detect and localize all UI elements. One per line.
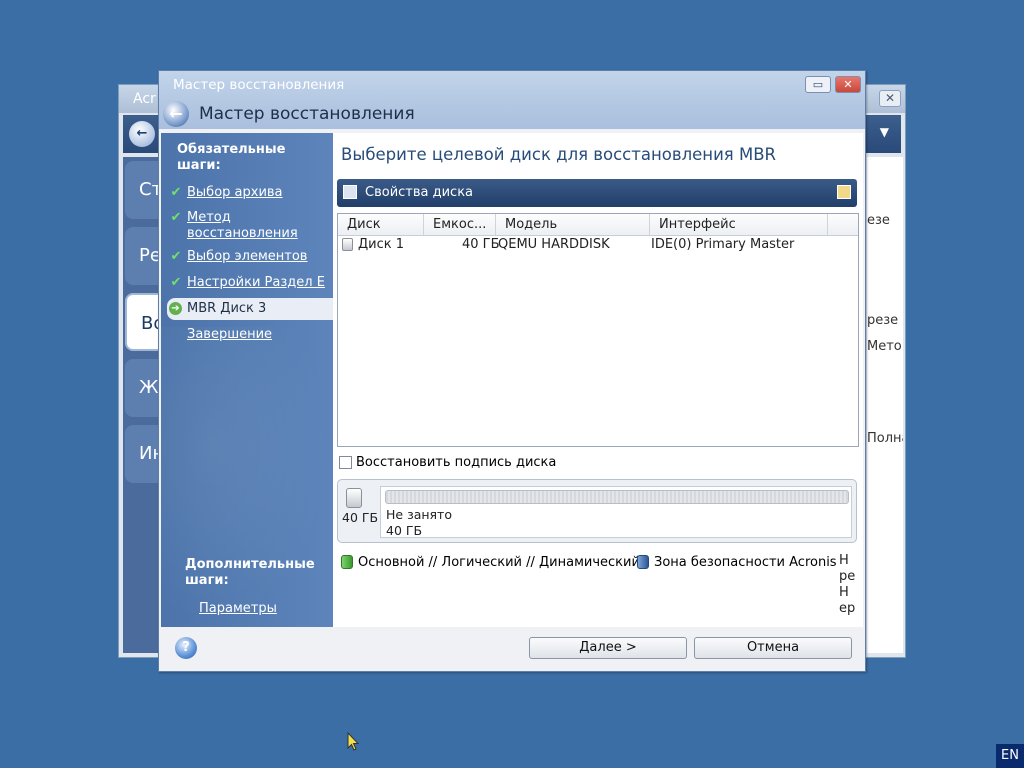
step-label: MBR Диск 3 (187, 301, 267, 316)
background-close-icon[interactable]: ✕ (879, 90, 901, 107)
step-method[interactable]: ✔ Метод восстановления (167, 210, 333, 244)
disk-properties-label: Свойства диска (365, 185, 474, 200)
column-capacity[interactable]: Емкос... (424, 214, 496, 235)
partition-name: Не занято (386, 507, 452, 522)
next-button[interactable]: Далее > (529, 637, 687, 659)
step-label[interactable]: Настройки Раздел E (187, 275, 325, 291)
cell-capacity: 40 ГБ (462, 237, 500, 252)
disk-properties-toolbar[interactable]: Свойства диска (337, 179, 857, 207)
partition-bar (385, 490, 849, 504)
step-archive[interactable]: ✔ Выбор архива (167, 185, 333, 203)
step-items[interactable]: ✔ Выбор элементов (167, 249, 333, 267)
step-label[interactable]: Завершение (187, 327, 272, 343)
column-disk[interactable]: Диск (338, 214, 424, 235)
check-icon: ✔ (170, 249, 182, 264)
check-icon: ✔ (170, 275, 182, 290)
toolbar-settings-icon[interactable] (837, 185, 851, 199)
background-dropdown-icon[interactable]: ▼ (880, 125, 889, 139)
step-finish[interactable]: Завершение (167, 327, 333, 345)
step-mbr-current[interactable]: ➔ MBR Диск 3 (167, 298, 333, 320)
step-partition-settings[interactable]: ✔ Настройки Раздел E (167, 275, 333, 293)
wizard-heading: Мастер восстановления (199, 104, 415, 124)
content-title: Выберите целевой диск для восстановления… (341, 145, 776, 164)
legend-label: Основной // Логический // Динамический (358, 555, 640, 570)
background-back-icon[interactable]: ← (129, 121, 155, 147)
properties-icon (343, 185, 357, 199)
disk-size: 40 ГБ (342, 510, 379, 525)
back-arrow-icon[interactable]: ← (163, 101, 189, 127)
cell-interface: IDE(0) Primary Master (651, 237, 795, 252)
legend-blue-swatch (637, 555, 649, 569)
cell-disk: Диск 1 (358, 237, 405, 252)
disk-icon (346, 488, 362, 508)
disk-icon (342, 238, 353, 251)
legend-overflow-text: Н ре Н ер (839, 553, 856, 616)
cell-model: QEMU HARDDISK (498, 237, 610, 252)
restore-signature-checkbox[interactable] (339, 456, 352, 469)
steps-panel: Обязательные шаги: ✔ Выбор архива ✔ Мето… (161, 133, 333, 627)
language-indicator[interactable]: EN (996, 744, 1024, 768)
help-icon[interactable]: ? (175, 637, 197, 659)
legend-label: Зона безопасности Acronis (654, 555, 837, 570)
cancel-button[interactable]: Отмена (694, 637, 852, 659)
partition-size: 40 ГБ (386, 523, 423, 538)
background-fragment: Полна (867, 431, 903, 446)
step-label[interactable]: Выбор элементов (187, 249, 307, 265)
disk-table: Диск Емкос... Модель Интерфейс Диск 1 40… (337, 213, 859, 447)
column-model[interactable]: Модель (496, 214, 650, 235)
table-header: Диск Емкос... Модель Интерфейс (338, 214, 858, 236)
recovery-wizard-window: Мастер восстановления ▭ ✕ ← Мастер восст… (158, 70, 866, 672)
restore-signature-label: Восстановить подпись диска (356, 455, 557, 470)
background-fragment: Мето (867, 339, 902, 354)
background-fragment: езе (867, 213, 890, 228)
background-content: езе резе Мето Полна (867, 157, 903, 653)
background-window-title: Acr (133, 91, 156, 107)
close-icon[interactable]: ✕ (835, 76, 861, 93)
wizard-footer: ? Далее > Отмена (161, 627, 863, 669)
check-icon: ✔ (170, 185, 182, 200)
restore-icon[interactable]: ▭ (805, 76, 831, 93)
step-options[interactable]: Параметры (199, 601, 277, 616)
disk-map: 40 ГБ Не занято 40 ГБ (337, 479, 857, 543)
step-label[interactable]: Метод восстановления (187, 210, 307, 242)
optional-steps-title: Дополнительные шаги: (185, 557, 315, 588)
column-interface[interactable]: Интерфейс (650, 214, 828, 235)
check-icon: ✔ (170, 210, 182, 225)
background-fragment: резе (867, 313, 899, 328)
arrow-right-icon: ➔ (169, 302, 182, 315)
unallocated-partition[interactable]: Не занято 40 ГБ (380, 486, 852, 538)
required-steps-title: Обязательные шаги: (177, 142, 286, 173)
window-title: Мастер восстановления (173, 77, 345, 93)
wizard-title-bar[interactable]: Мастер восстановления ▭ ✕ ← Мастер восст… (159, 71, 865, 129)
step-label[interactable]: Выбор архива (187, 185, 283, 201)
content-panel: Выберите целевой диск для восстановления… (333, 133, 863, 627)
legend-green-swatch (341, 555, 353, 569)
